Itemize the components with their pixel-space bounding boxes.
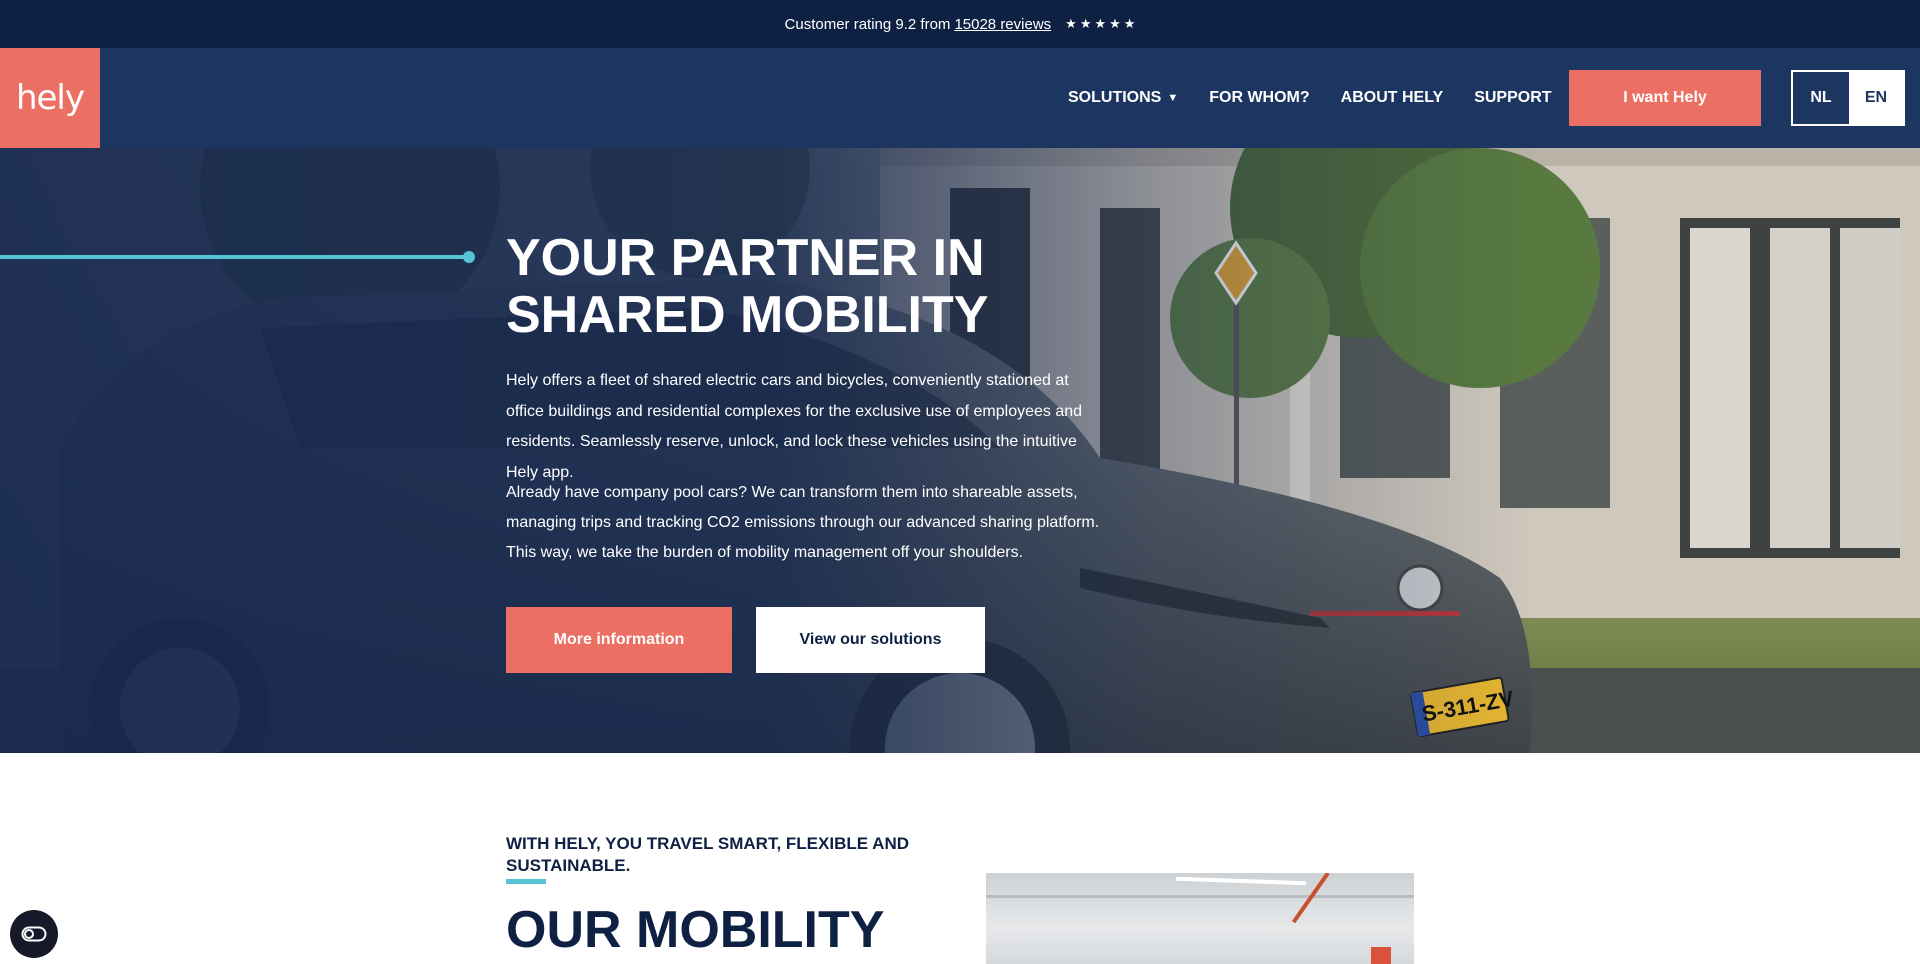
nav-item-about[interactable]: ABOUT HELY <box>1341 89 1444 107</box>
i-want-hely-button[interactable]: I want Hely <box>1569 70 1761 126</box>
star-icon: ★ <box>1109 16 1121 31</box>
reviews-link[interactable]: 15028 reviews <box>954 16 1051 33</box>
hero-paragraph-2: Already have company pool cars? We can t… <box>506 484 1100 561</box>
photo-sign <box>1371 947 1391 964</box>
section-kicker: WITH HELY, YOU TRAVEL SMART, FLEXIBLE AN… <box>506 834 909 875</box>
view-solutions-button[interactable]: View our solutions <box>756 607 985 673</box>
hero-accent-dot <box>463 251 475 263</box>
hero-paragraph-1: Hely offers a fleet of shared electric c… <box>506 372 1083 481</box>
language-en-button[interactable]: EN <box>1849 72 1903 124</box>
cookie-settings-icon <box>21 926 47 942</box>
logo[interactable]: hely <box>0 48 100 148</box>
main-header: hely SOLUTIONS ▼ FOR WHOM? ABOUT HELY SU… <box>0 48 1920 148</box>
cookie-settings-button[interactable] <box>10 910 58 958</box>
photo-beam <box>986 895 1414 898</box>
star-icon: ★ <box>1094 16 1107 31</box>
main-nav: SOLUTIONS ▼ FOR WHOM? ABOUT HELY SUPPORT <box>1068 48 1583 148</box>
more-information-button[interactable]: More information <box>506 607 732 673</box>
rating-stars: ★ ★ ★ ★ ★ <box>1065 16 1135 32</box>
nav-label-about: ABOUT HELY <box>1340 89 1444 106</box>
photo-lamp <box>1175 876 1307 886</box>
nav-item-solutions[interactable]: SOLUTIONS ▼ <box>1068 89 1178 107</box>
nav-label-support: SUPPORT <box>1474 89 1552 106</box>
hero-title: YOUR PARTNER IN SHARED MOBILITY <box>506 229 989 344</box>
section-title: OUR MOBILITY <box>506 901 885 959</box>
star-icon: ★ <box>1123 16 1136 31</box>
star-icon: ★ <box>1065 16 1077 31</box>
caret-down-icon: ▼ <box>1167 92 1179 104</box>
kicker-underline <box>506 879 546 884</box>
language-nl-button[interactable]: NL <box>1793 72 1849 124</box>
rating-text: Customer rating 9.2 from <box>784 15 951 33</box>
hero-accent-line <box>0 255 468 259</box>
logo-text: hely <box>15 78 85 118</box>
nav-item-support[interactable]: SUPPORT <box>1474 89 1551 107</box>
hero-section: S-311-ZV YOUR PARTNER IN SHARED MOBILITY… <box>0 148 1920 753</box>
nav-label-for-whom: FOR WHOM? <box>1209 89 1310 106</box>
nav-item-for-whom[interactable]: FOR WHOM? <box>1209 89 1309 107</box>
nav-label-solutions: SOLUTIONS <box>1068 89 1162 106</box>
parking-garage-photo <box>986 873 1414 964</box>
star-icon: ★ <box>1079 16 1092 31</box>
rating-bar: Customer rating 9.2 from 15028 reviews ★… <box>0 0 1920 48</box>
language-switcher: NL EN <box>1791 70 1905 126</box>
